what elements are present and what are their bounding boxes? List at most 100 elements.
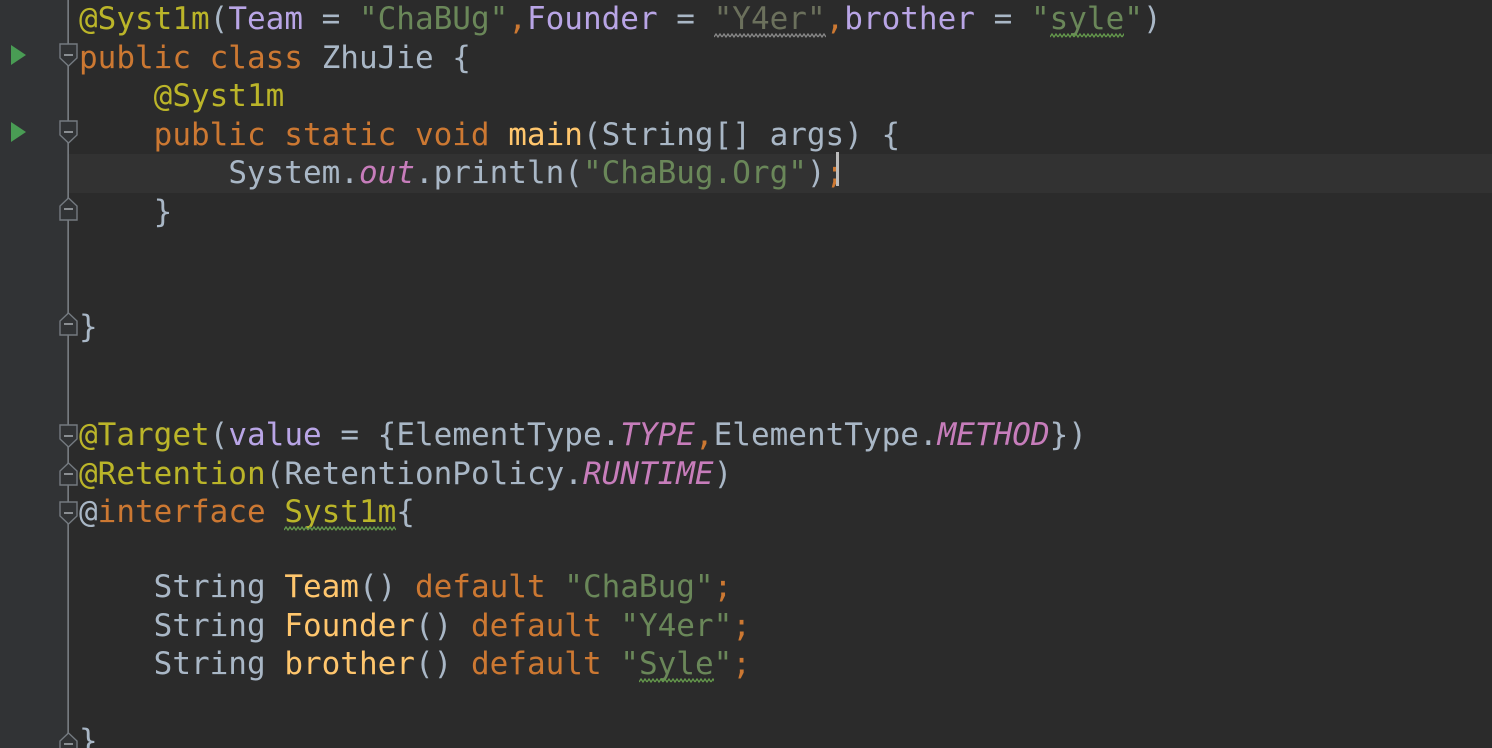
code-token: default	[470, 607, 621, 644]
code-token: {	[396, 494, 415, 530]
code-token: "	[1124, 1, 1143, 37]
code-token: ;	[732, 646, 751, 682]
code-token: Syle	[638, 646, 714, 683]
code-token: ,	[508, 1, 527, 37]
code-token: @Syst1m	[79, 1, 210, 37]
code-token: default	[414, 569, 565, 605]
fold-minus-icon[interactable]	[58, 119, 79, 145]
code-token: )	[713, 455, 733, 492]
run-gutter-arrow-icon[interactable]	[11, 45, 26, 65]
code-line[interactable]: }	[0, 722, 1492, 748]
code-token: ElementType	[396, 417, 602, 453]
editor-gutter[interactable]	[0, 0, 69, 748]
run-gutter-arrow-icon[interactable]	[11, 122, 26, 142]
code-token: {	[377, 417, 397, 453]
code-line[interactable]	[0, 231, 1492, 270]
code-token: String[] args	[601, 116, 845, 153]
code-token: .	[918, 417, 938, 453]
code-editor[interactable]: @Syst1m(Team = "ChaBUg",Founder = "Y4er"…	[0, 0, 1492, 748]
code-token: "	[620, 646, 639, 682]
code-token: ;	[732, 607, 751, 644]
fold-minus-icon[interactable]	[58, 196, 79, 222]
text-caret	[836, 152, 839, 186]
code-token: })	[1049, 417, 1087, 453]
code-line-text: public static void main(String[] args) {	[0, 116, 901, 155]
code-token: }	[79, 723, 98, 748]
code-line[interactable]: @interface Syst1m{	[0, 493, 1492, 532]
code-token: ;	[825, 155, 845, 191]
code-token: (	[265, 455, 285, 492]
code-line[interactable]: @Target(value = {ElementType.TYPE,Elemen…	[0, 416, 1492, 455]
code-token: .	[340, 155, 359, 191]
code-line[interactable]: }	[0, 308, 1492, 347]
code-token: TYPE	[620, 417, 695, 453]
code-token: @Target	[79, 417, 210, 453]
fold-minus-icon[interactable]	[58, 42, 79, 68]
code-token: public class	[79, 39, 322, 76]
code-token: =	[657, 1, 714, 37]
code-line[interactable]: public static void main(String[] args) {	[0, 116, 1492, 155]
code-line[interactable]	[0, 347, 1492, 386]
code-token: =	[974, 1, 1031, 37]
code-line[interactable]: @Syst1m	[0, 77, 1492, 116]
code-token: "ChaBUg"	[358, 1, 509, 37]
code-line[interactable]	[0, 684, 1492, 723]
code-token: ,	[825, 1, 845, 37]
code-line-text: String brother() default "Syle";	[0, 645, 751, 684]
code-token: brother	[284, 646, 415, 682]
fold-minus-icon[interactable]	[58, 500, 79, 526]
fold-rail	[68, 0, 69, 748]
code-text-area[interactable]: @Syst1m(Team = "ChaBUg",Founder = "Y4er"…	[0, 0, 1492, 748]
code-token: @	[79, 494, 98, 530]
code-token: brother	[844, 1, 975, 37]
code-token: )	[1142, 1, 1162, 37]
code-token: .println(	[414, 155, 583, 191]
fold-minus-icon[interactable]	[58, 311, 79, 337]
code-token: public static void	[153, 116, 509, 153]
code-line-text: @Retention(RetentionPolicy.RUNTIME)	[0, 455, 732, 494]
code-line[interactable]: String brother() default "Syle";	[0, 645, 1492, 684]
code-token: String	[153, 646, 285, 682]
fold-minus-icon[interactable]	[58, 423, 79, 449]
code-line-text: String Founder() default "Y4er";	[0, 607, 751, 646]
code-token: (	[209, 417, 229, 453]
code-token: }	[79, 193, 173, 230]
code-line[interactable]: String Founder() default "Y4er";	[0, 607, 1492, 646]
code-token: System	[228, 155, 341, 191]
code-token: "	[1030, 1, 1050, 37]
code-token: (	[209, 1, 229, 37]
code-line-text: System.out.println("ChaBug.Org");	[0, 154, 844, 193]
code-token: @Retention	[79, 455, 266, 492]
code-line[interactable]: }	[0, 193, 1492, 232]
code-token: ()	[414, 646, 471, 682]
code-token: RetentionPolicy	[284, 455, 565, 492]
code-token: ()	[358, 569, 415, 605]
code-line[interactable]: @Retention(RetentionPolicy.RUNTIME)	[0, 455, 1492, 494]
fold-minus-icon[interactable]	[58, 461, 79, 487]
code-token: ) {	[844, 116, 901, 153]
code-token: ZhuJie	[321, 39, 434, 76]
fold-minus-icon[interactable]	[58, 731, 79, 748]
code-token: ()	[414, 607, 471, 644]
code-line[interactable]: @Syst1m(Team = "ChaBUg",Founder = "Y4er"…	[0, 0, 1492, 39]
code-line[interactable]: public class ZhuJie {	[0, 39, 1492, 78]
code-token: "	[713, 646, 733, 682]
code-line-text: String Team() default "ChaBug";	[0, 568, 733, 607]
code-line[interactable]	[0, 270, 1492, 309]
code-token: main	[508, 116, 583, 153]
code-token: )	[806, 155, 826, 191]
code-line[interactable]	[0, 532, 1492, 571]
code-token: "Y4er"	[620, 607, 733, 644]
code-token: Syst1m	[284, 494, 397, 531]
code-line-text: @Target(value = {ElementType.TYPE,Elemen…	[0, 416, 1087, 455]
code-token: (	[582, 116, 602, 153]
code-line[interactable]: System.out.println("ChaBug.Org");	[0, 154, 1492, 193]
code-token: =	[321, 417, 378, 453]
code-line-text: @Syst1m(Team = "ChaBUg",Founder = "Y4er"…	[0, 0, 1162, 39]
code-line[interactable]: String Team() default "ChaBug";	[0, 568, 1492, 607]
code-token: @Syst1m	[153, 78, 285, 114]
